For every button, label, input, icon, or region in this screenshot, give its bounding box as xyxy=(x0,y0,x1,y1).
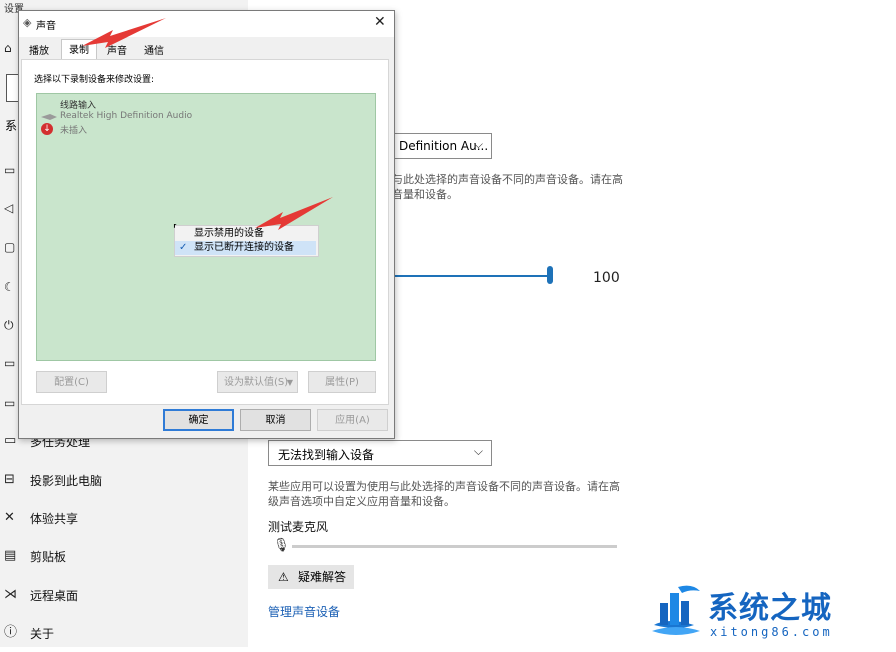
dialog-titlebar[interactable]: ◈ 声音 ✕ xyxy=(19,11,394,37)
battery-icon[interactable]: ▭ xyxy=(4,356,18,370)
share-icon: ✕ xyxy=(4,510,15,525)
menu-item-show-disabled[interactable]: 显示禁用的设备 xyxy=(175,227,316,241)
sound-dialog: ◈ 声音 ✕ 播放 录制 声音 通信 选择以下录制设备来修改设置: ↓ 线路输入… xyxy=(18,10,395,439)
line-in-icon xyxy=(41,114,57,120)
apply-button[interactable]: 应用(A) xyxy=(317,409,388,431)
sidebar-item-label: 剪贴板 xyxy=(30,550,67,564)
speaker-icon: ◈ xyxy=(23,16,32,29)
watermark-brand: 系统之城 xyxy=(708,591,832,626)
properties-button[interactable]: 属性(P) xyxy=(308,371,376,393)
mouse-cursor-icon: ⸢ xyxy=(173,222,178,235)
input-device-value: 无法找到输入设备 xyxy=(278,448,375,462)
device-name: 线路输入 xyxy=(60,101,97,111)
input-device-select[interactable]: 无法找到输入设备 ⌵ xyxy=(268,440,492,466)
test-mic-label: 测试麦克风 xyxy=(268,520,329,534)
watermark-logo-icon xyxy=(652,585,700,635)
close-icon[interactable]: ✕ xyxy=(374,14,386,30)
tab-communications[interactable]: 通信 xyxy=(140,41,168,60)
device-status: 未插入 xyxy=(60,126,88,136)
display-icon[interactable]: ▭ xyxy=(4,163,18,177)
output-desc-line1: 与此处选择的声音设备不同的声音设备。请在高 xyxy=(392,173,623,186)
watermark: 系统之城 xitong86.com xyxy=(636,577,896,647)
tab-panel: 选择以下录制设备来修改设置: ↓ 线路输入 Realtek High Defin… xyxy=(21,59,389,405)
project-icon: ⊟ xyxy=(4,472,15,487)
troubleshoot-label: 疑难解答 xyxy=(298,570,347,584)
clipboard-icon: ▤ xyxy=(4,548,17,563)
warning-icon: ⚠ xyxy=(278,570,289,584)
sidebar-item-label: 体验共享 xyxy=(30,512,79,526)
ok-button[interactable]: 确定 xyxy=(163,409,234,431)
tab-sounds[interactable]: 声音 xyxy=(103,41,131,60)
sidebar-item-label: 投影到此电脑 xyxy=(30,474,103,488)
power-icon[interactable]: ⏻ xyxy=(4,318,18,332)
microphone-icon: 🎙 xyxy=(273,538,290,553)
sidebar-item-remote-desktop[interactable]: ⋊ 远程桌面 xyxy=(0,576,248,614)
output-desc-line2: 音量和设备。 xyxy=(392,188,458,201)
device-driver: Realtek High Definition Audio xyxy=(60,111,193,121)
notifications-icon[interactable]: ▢ xyxy=(4,240,18,254)
chevron-down-icon: ⌵ xyxy=(473,137,483,151)
set-default-button[interactable]: 设为默认值(S) ▼ xyxy=(217,371,298,393)
volume-slider-thumb[interactable] xyxy=(547,266,553,284)
set-default-label: 设为默认值(S) xyxy=(224,377,289,388)
input-desc-line1: 某些应用可以设置为使用与此处选择的声音设备不同的声音设备。请在高 xyxy=(268,480,620,493)
info-icon: ⓘ xyxy=(4,625,18,640)
dialog-title: 声音 xyxy=(36,21,56,32)
storage-icon[interactable]: ▭ xyxy=(4,396,18,410)
menu-item-show-disconnected[interactable]: ✓ 显示已断开连接的设备 xyxy=(175,241,316,255)
unplugged-icon: ↓ xyxy=(41,123,53,135)
manage-devices-link[interactable]: 管理声音设备 xyxy=(268,603,340,620)
sidebar-item-label: 远程桌面 xyxy=(30,589,79,603)
sidebar-item-project[interactable]: ⊟ 投影到此电脑 xyxy=(0,461,248,499)
chevron-down-icon: ⌵ xyxy=(473,444,483,458)
focus-icon[interactable]: ☾ xyxy=(4,280,18,294)
input-desc-line2: 级声音选项中自定义应用音量和设备。 xyxy=(268,495,455,508)
sidebar-item-label: 关于 xyxy=(30,627,55,641)
home-icon[interactable]: ⌂ xyxy=(4,41,18,55)
device-list[interactable]: ↓ 线路输入 Realtek High Definition Audio 未插入… xyxy=(36,93,376,361)
input-description: 某些应用可以设置为使用与此处选择的声音设备不同的声音设备。请在高 级声音选项中自… xyxy=(268,479,638,509)
tab-playback[interactable]: 播放 xyxy=(25,41,53,60)
volume-value: 100 xyxy=(593,270,620,286)
dropdown-arrow-icon: ▼ xyxy=(286,378,293,387)
menu-item-label: 显示禁用的设备 xyxy=(194,228,264,239)
cancel-button[interactable]: 取消 xyxy=(240,409,311,431)
context-menu: 显示禁用的设备 ✓ 显示已断开连接的设备 xyxy=(174,225,319,257)
section-label: 系 xyxy=(5,119,18,133)
sidebar-item-clipboard[interactable]: ▤ 剪贴板 xyxy=(0,537,248,575)
troubleshoot-button[interactable]: ⚠ 疑难解答 xyxy=(268,565,354,589)
sound-icon[interactable]: ◁ xyxy=(4,201,18,215)
checkmark-icon: ✓ xyxy=(179,242,188,253)
sidebar-item-shared[interactable]: ✕ 体验共享 xyxy=(0,499,248,537)
watermark-url: xitong86.com xyxy=(710,625,833,639)
sidebar-item-about[interactable]: ⓘ 关于 xyxy=(0,614,248,652)
remote-desktop-icon: ⋊ xyxy=(4,587,17,602)
configure-button[interactable]: 配置(C) xyxy=(36,371,107,393)
menu-item-label: 显示已断开连接的设备 xyxy=(194,242,294,253)
instruction-text: 选择以下录制设备来修改设置: xyxy=(34,75,155,85)
mic-level-bar xyxy=(292,545,617,548)
volume-slider-track[interactable] xyxy=(392,275,550,277)
output-description: 与此处选择的声音设备不同的声音设备。请在高 音量和设备。 xyxy=(392,172,642,202)
